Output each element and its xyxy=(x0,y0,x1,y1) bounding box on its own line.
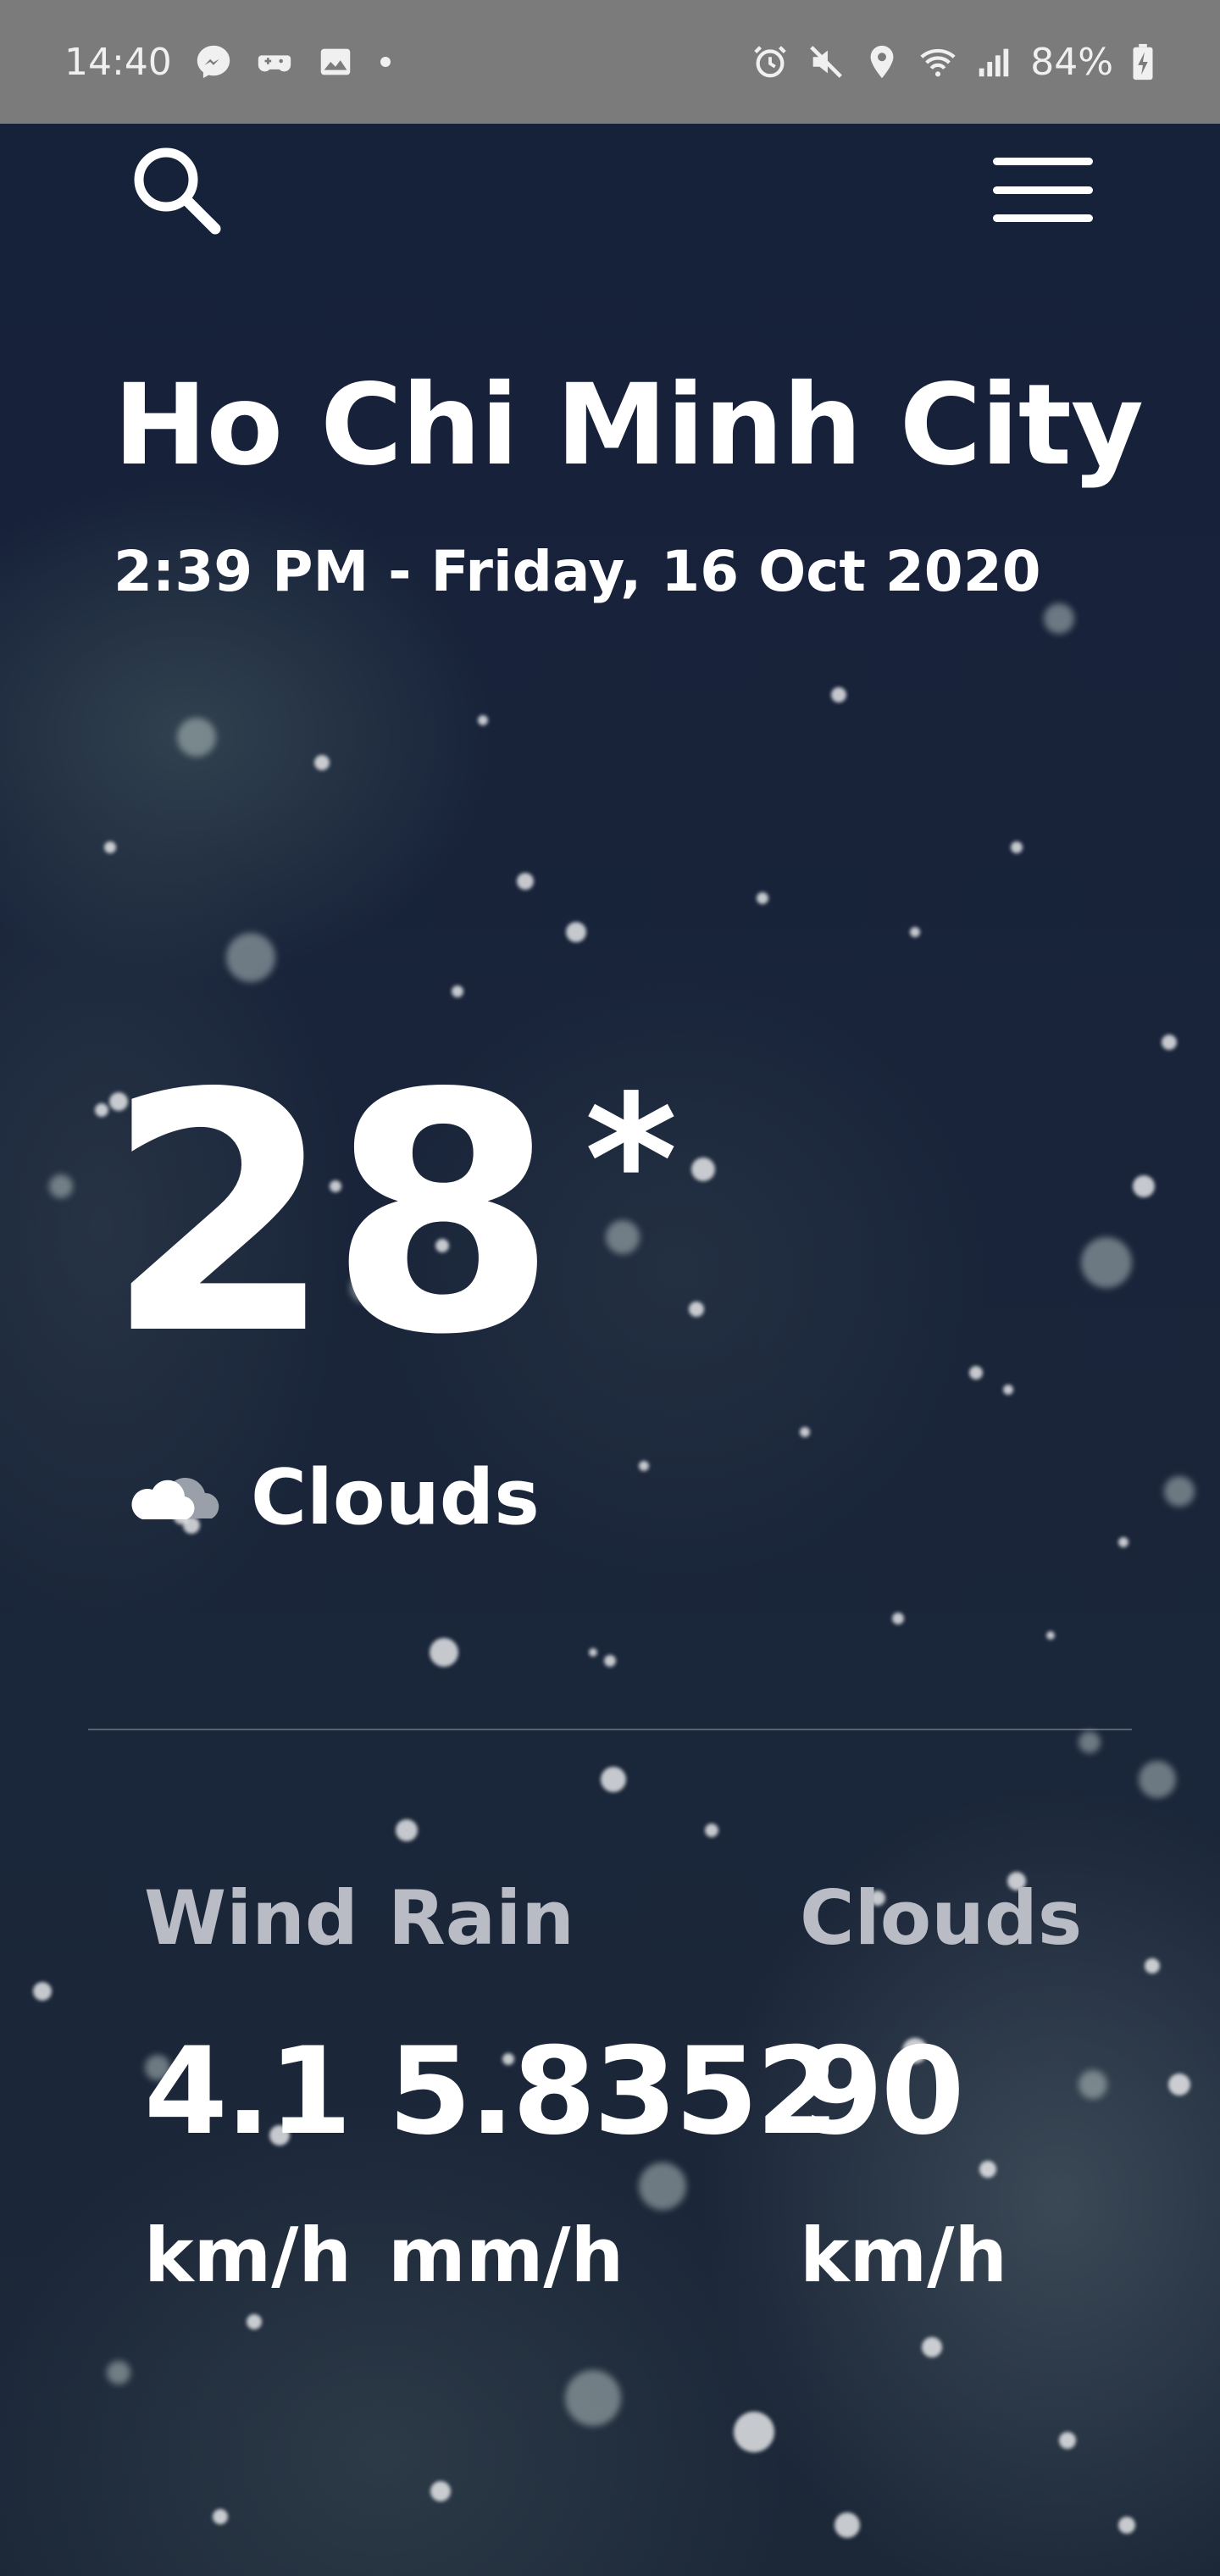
snowflake xyxy=(1168,2074,1190,2096)
snowflake xyxy=(478,715,488,725)
snowflake xyxy=(1133,1175,1155,1197)
snowflake xyxy=(800,1427,810,1437)
date-time: 2:39 PM - Friday, 16 Oct 2020 xyxy=(114,539,1041,604)
snowflake xyxy=(979,2161,996,2178)
gallery-icon xyxy=(316,42,355,81)
battery-icon xyxy=(1130,42,1156,81)
snowflake xyxy=(213,2509,228,2524)
degree-symbol: * xyxy=(585,1057,678,1264)
rain-label: Rain xyxy=(388,1874,574,1962)
cloud-icon xyxy=(131,1478,219,1519)
snowflake xyxy=(1118,2517,1135,2534)
rain-unit: mm/h xyxy=(388,2212,624,2299)
snowflake xyxy=(705,1824,718,1837)
snowflake xyxy=(1003,1385,1013,1395)
rain-value: 5.8352 xyxy=(388,2022,840,2162)
search-icon xyxy=(134,147,221,235)
snowflake xyxy=(104,841,116,853)
snowflake xyxy=(49,1174,73,1198)
city-name: Ho Chi Minh City xyxy=(114,360,1144,491)
snowflake xyxy=(589,1648,597,1657)
snowflake xyxy=(430,2481,451,2501)
snowflake xyxy=(226,933,275,982)
snowflake xyxy=(565,2370,621,2426)
wind-value: 4.1 xyxy=(144,2022,352,2162)
snowflake xyxy=(831,687,846,702)
game-icon xyxy=(255,42,294,81)
snowflake xyxy=(33,1982,52,2001)
snowflake xyxy=(639,1461,649,1471)
status-bar: 14:40 84% xyxy=(0,0,1220,124)
mute-icon xyxy=(807,42,846,81)
wifi-icon xyxy=(918,42,957,81)
snowflake xyxy=(1118,1537,1128,1547)
temperature-value: 28 xyxy=(105,1024,557,1407)
snowflake xyxy=(601,1767,626,1792)
menu-button[interactable] xyxy=(991,156,1095,224)
snowflake xyxy=(1059,2432,1076,2449)
status-time: 14:40 xyxy=(64,40,172,84)
search-button[interactable] xyxy=(124,139,225,241)
snowflake xyxy=(910,927,920,937)
signal-icon xyxy=(974,42,1013,81)
snowflake xyxy=(639,2162,686,2210)
wind-label: Wind xyxy=(144,1874,358,1962)
snowflake xyxy=(314,755,330,770)
snowflake xyxy=(892,1613,904,1624)
dot-icon xyxy=(377,42,394,81)
location-icon xyxy=(862,42,901,81)
battery-percent: 84% xyxy=(1030,40,1113,84)
snowflake xyxy=(922,2337,942,2357)
condition-label: Clouds xyxy=(251,1453,540,1542)
clouds-unit: km/h xyxy=(800,2212,1008,2299)
hamburger-menu-icon xyxy=(993,158,1093,222)
snowflake xyxy=(247,2314,262,2329)
wind-unit: km/h xyxy=(144,2212,352,2299)
snowflake xyxy=(691,1158,715,1181)
snowflake xyxy=(396,1819,418,1841)
snowflake xyxy=(1145,1958,1160,1974)
alarm-icon xyxy=(751,42,790,81)
snowflake xyxy=(1046,1631,1055,1640)
clouds-label: Clouds xyxy=(800,1874,1083,1962)
snowflake xyxy=(734,2412,774,2452)
snowflake xyxy=(757,892,768,904)
snowflake xyxy=(107,2361,130,2384)
snowflake xyxy=(1162,1035,1177,1050)
divider xyxy=(88,1729,1132,1730)
snowflake xyxy=(566,922,586,942)
snowflake xyxy=(1079,2070,1107,2099)
snowflake xyxy=(452,985,463,997)
snowflake xyxy=(835,2512,860,2538)
snowflake xyxy=(969,1366,983,1380)
snowflake xyxy=(517,873,534,890)
snowflake xyxy=(177,718,216,757)
snowflake xyxy=(1079,1731,1101,1753)
snowflake xyxy=(430,1638,458,1667)
clouds-value: 90 xyxy=(800,2022,965,2162)
snowflake xyxy=(604,1655,616,1667)
snowflake xyxy=(1011,841,1023,853)
snowflake xyxy=(1139,1761,1176,1798)
messenger-icon xyxy=(194,42,233,81)
snowflake xyxy=(689,1302,704,1317)
snowflake xyxy=(1164,1476,1195,1507)
snowflake xyxy=(1081,1237,1132,1288)
snowflake xyxy=(1044,603,1074,634)
